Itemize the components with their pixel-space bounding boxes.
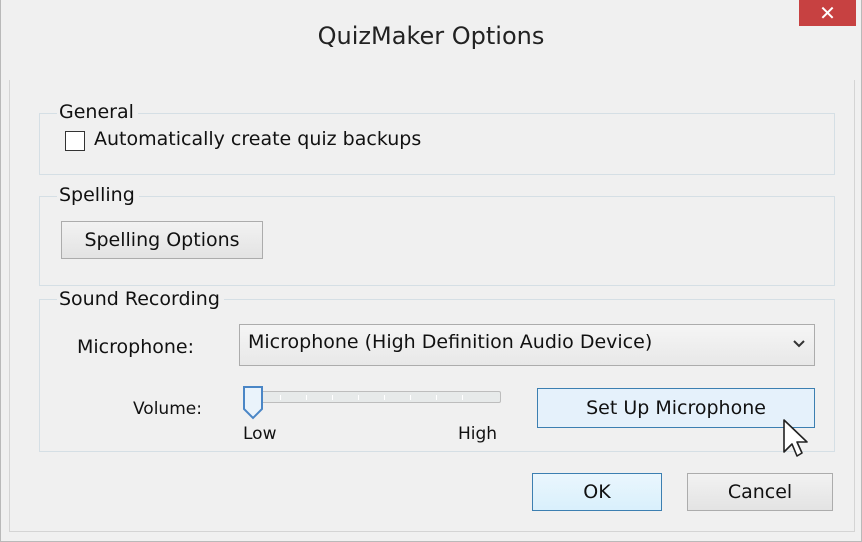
auto-backup-checkbox[interactable]: [65, 131, 85, 151]
close-icon: ✕: [819, 1, 836, 25]
volume-slider-thumb[interactable]: [242, 385, 264, 425]
title-bar[interactable]: QuizMaker Options ✕: [1, 0, 861, 80]
auto-backup-label[interactable]: Automatically create quiz backups: [94, 128, 421, 150]
volume-high-label: High: [458, 424, 498, 444]
sound-recording-legend: Sound Recording: [57, 288, 224, 310]
options-dialog: QuizMaker Options ✕ General Automaticall…: [0, 0, 862, 542]
volume-tick: [280, 395, 281, 400]
volume-low-label: Low: [243, 424, 277, 444]
volume-slider-track[interactable]: [243, 391, 501, 403]
microphone-select[interactable]: Microphone (High Definition Audio Device…: [239, 324, 815, 366]
chevron-down-icon: [792, 333, 806, 358]
close-button[interactable]: ✕: [799, 0, 856, 26]
mouse-pointer-icon: [782, 418, 808, 466]
volume-tick: [462, 395, 463, 400]
spelling-options-button[interactable]: Spelling Options: [61, 221, 263, 259]
volume-tick: [436, 395, 437, 400]
set-up-microphone-button[interactable]: Set Up Microphone: [537, 388, 815, 428]
volume-tick: [384, 395, 385, 400]
volume-label: Volume:: [133, 399, 202, 419]
spelling-legend: Spelling: [57, 184, 139, 206]
cancel-button[interactable]: Cancel: [687, 473, 833, 511]
sound-recording-group: [39, 299, 835, 452]
volume-tick: [306, 395, 307, 400]
microphone-select-value: Microphone (High Definition Audio Device…: [248, 331, 653, 353]
general-legend: General: [57, 101, 138, 123]
dialog-title: QuizMaker Options: [317, 22, 545, 50]
volume-tick: [332, 395, 333, 400]
volume-tick: [358, 395, 359, 400]
ok-button[interactable]: OK: [532, 473, 662, 511]
volume-tick: [410, 395, 411, 400]
microphone-label: Microphone:: [77, 336, 194, 358]
